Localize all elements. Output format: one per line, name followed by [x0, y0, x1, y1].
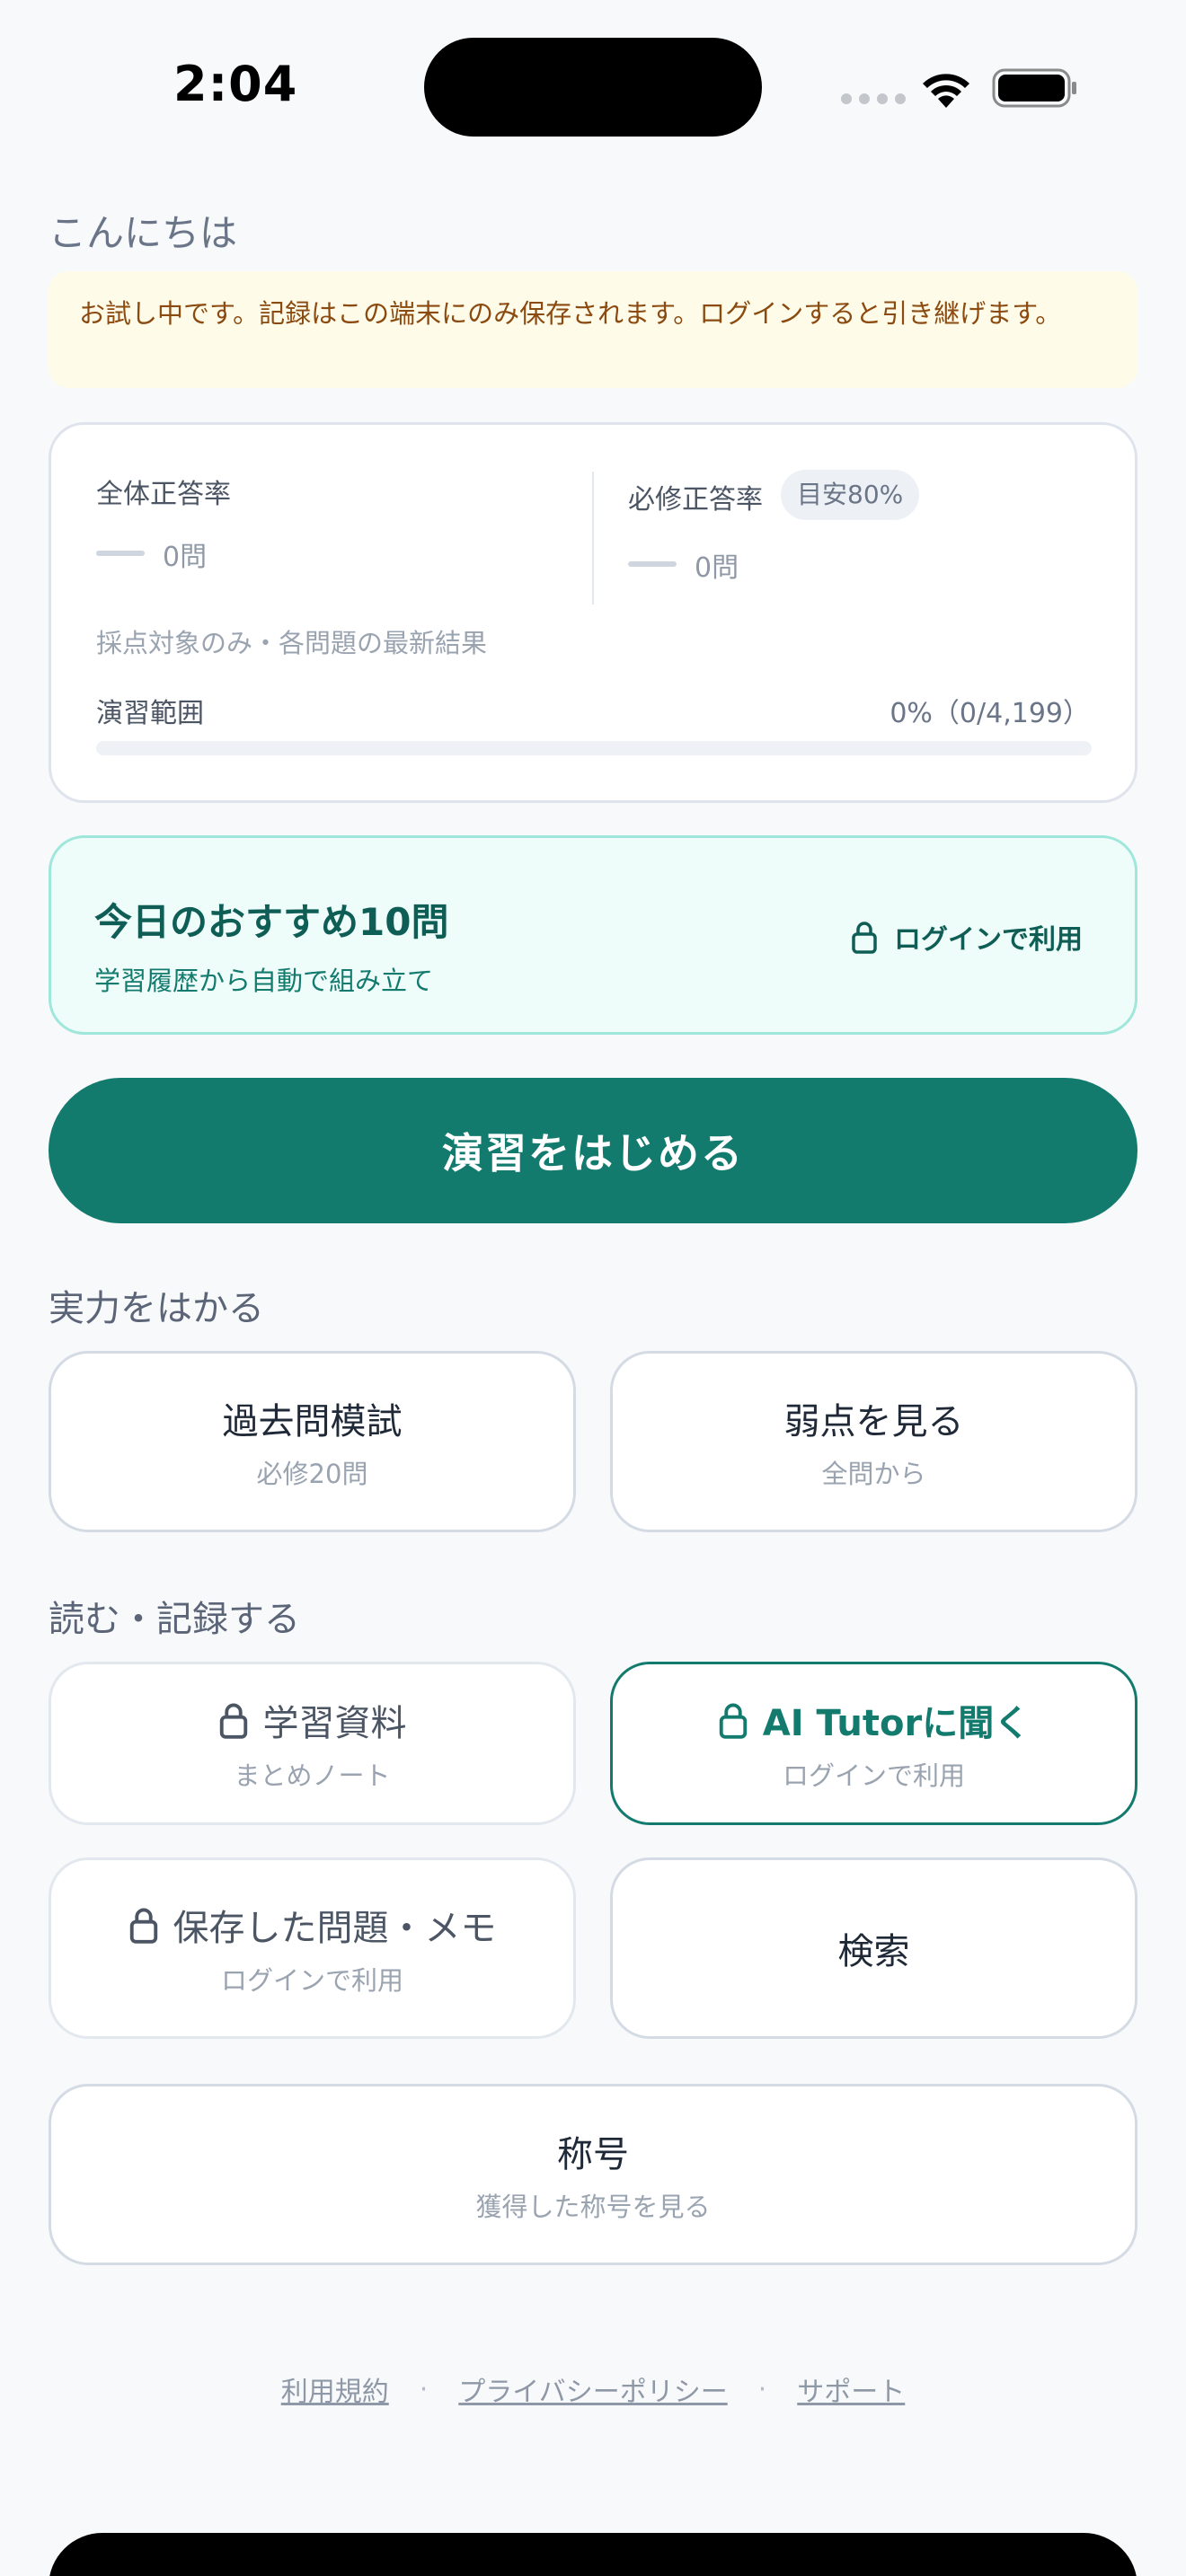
practice-range-progress-bar	[96, 741, 1092, 755]
required-accuracy-label: 必修正答率	[628, 484, 763, 516]
section-title-read-record: 読む・記録する	[49, 1599, 300, 1640]
study-materials-subtitle: まとめノート	[234, 1760, 391, 1791]
required-count: 0問	[695, 552, 739, 584]
study-materials-title: 学習資料	[262, 1703, 407, 1744]
practice-range-value: 0%（0/4,199）	[890, 698, 1090, 729]
status-bar: 2:04	[0, 0, 1186, 180]
ai-tutor-title: AI Tutorに聞く	[762, 1703, 1031, 1744]
trial-notice: お試し中です。記録はこの端末にのみ保存されます。ログインすると引き継げます。	[49, 271, 1137, 388]
overall-accuracy-label: 全体正答率	[96, 479, 231, 510]
privacy-policy-link[interactable]: プライバシーポリシー	[458, 2369, 727, 2409]
greeting: こんにちは	[49, 211, 238, 255]
battery-icon	[992, 68, 1076, 108]
stats-divider	[592, 472, 594, 604]
titles-title: 称号	[557, 2134, 629, 2175]
terms-link[interactable]: 利用規約	[281, 2369, 389, 2409]
overall-accuracy-value	[96, 551, 145, 556]
mock-exam-button[interactable]: 過去問模試 必修20問	[49, 1351, 576, 1532]
ai-tutor-button[interactable]: AI Tutorに聞く ログインで利用	[610, 1662, 1137, 1825]
dynamic-island	[424, 38, 762, 137]
cellular-signal-icon	[841, 93, 906, 104]
wifi-icon	[923, 74, 969, 108]
required-accuracy-value	[628, 561, 677, 567]
goal-badge: 目安80%	[781, 470, 920, 520]
footer-separator: ·	[757, 2373, 767, 2405]
lock-icon	[219, 1703, 247, 1739]
lock-icon	[852, 922, 877, 954]
saved-questions-memo-button[interactable]: 保存した問題・メモ ログインで利用	[49, 1857, 576, 2039]
saved-questions-title: 保存した問題・メモ	[173, 1908, 497, 1949]
weak-points-subtitle: 全問から	[821, 1459, 926, 1489]
footer-separator: ·	[419, 2373, 429, 2405]
recommended-subtitle: 学習履歴から自動で組み立て	[94, 966, 434, 996]
titles-subtitle: 獲得した称号を見る	[475, 2192, 711, 2222]
practice-range-label: 演習範囲	[96, 698, 204, 729]
stats-note: 採点対象のみ・各問題の最新結果	[96, 628, 488, 658]
overall-count: 0問	[163, 542, 208, 573]
start-practice-button[interactable]: 演習をはじめる	[49, 1078, 1137, 1223]
saved-questions-subtitle: ログインで利用	[220, 1965, 403, 1996]
recommended-questions-card[interactable]: 今日のおすすめ10問 学習履歴から自動で組み立て ログインで利用	[49, 835, 1137, 1035]
bottom-action-bar[interactable]	[49, 2533, 1137, 2576]
ai-tutor-subtitle: ログインで利用	[782, 1760, 965, 1791]
titles-button[interactable]: 称号 獲得した称号を見る	[49, 2084, 1137, 2265]
support-link[interactable]: サポート	[797, 2369, 905, 2409]
study-materials-button[interactable]: 学習資料 まとめノート	[49, 1662, 576, 1825]
mock-exam-title: 過去問模試	[222, 1401, 403, 1442]
recommended-title: 今日のおすすめ10問	[94, 900, 449, 944]
recommended-login-required: ログインで利用	[851, 917, 1083, 957]
weak-points-button[interactable]: 弱点を見る 全問から	[610, 1351, 1137, 1532]
lock-icon	[129, 1908, 157, 1944]
search-title: 検索	[837, 1931, 910, 1972]
footer-links: 利用規約 · プライバシーポリシー · サポート	[0, 2369, 1186, 2409]
search-button[interactable]: 検索	[610, 1857, 1137, 2039]
mock-exam-subtitle: 必修20問	[256, 1459, 368, 1489]
status-time: 2:04	[173, 56, 298, 112]
weak-points-title: 弱点を見る	[783, 1401, 964, 1442]
lock-icon	[719, 1703, 747, 1739]
recommended-lock-label: ログインで利用	[894, 924, 1083, 956]
section-title-measure: 実力をはかる	[49, 1288, 264, 1329]
stats-card: 全体正答率 0問 必修正答率 目安80% 0問 採点対象のみ・各問題の最新結果 …	[49, 422, 1137, 803]
